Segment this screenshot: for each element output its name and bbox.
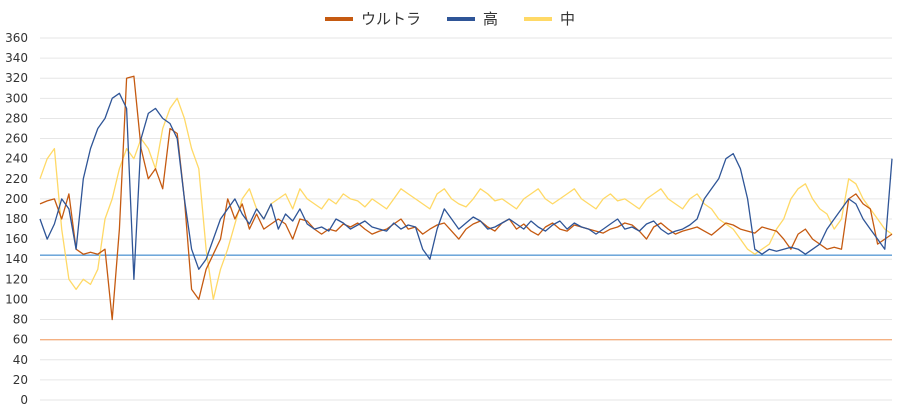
y-tick-label: 240 (5, 152, 28, 166)
y-tick-label: 340 (5, 51, 28, 65)
y-tick-label: 280 (5, 111, 28, 125)
y-tick-label: 0 (20, 393, 28, 407)
y-tick-label: 160 (5, 232, 28, 246)
series-line-high (39, 92, 893, 280)
y-tick-label: 40 (13, 353, 28, 367)
y-tick-label: 180 (5, 212, 28, 226)
y-tick-label: 120 (5, 272, 28, 286)
y-tick-label: 300 (5, 91, 28, 105)
y-tick-label: 20 (13, 373, 28, 387)
y-tick-label: 260 (5, 132, 28, 146)
y-tick-label: 60 (13, 333, 28, 347)
y-tick-label: 220 (5, 172, 28, 186)
y-tick-label: 80 (13, 313, 28, 327)
y-tick-label: 100 (5, 292, 28, 306)
y-tick-label: 140 (5, 252, 28, 266)
line-chart: 0 20 40 60 80 100 120 140 160 180 200 220 240 260 280 3… (5, 31, 893, 407)
y-tick-label: 200 (5, 192, 28, 206)
y-tick-label: 320 (5, 71, 28, 85)
y-tick-label: 360 (5, 31, 28, 45)
